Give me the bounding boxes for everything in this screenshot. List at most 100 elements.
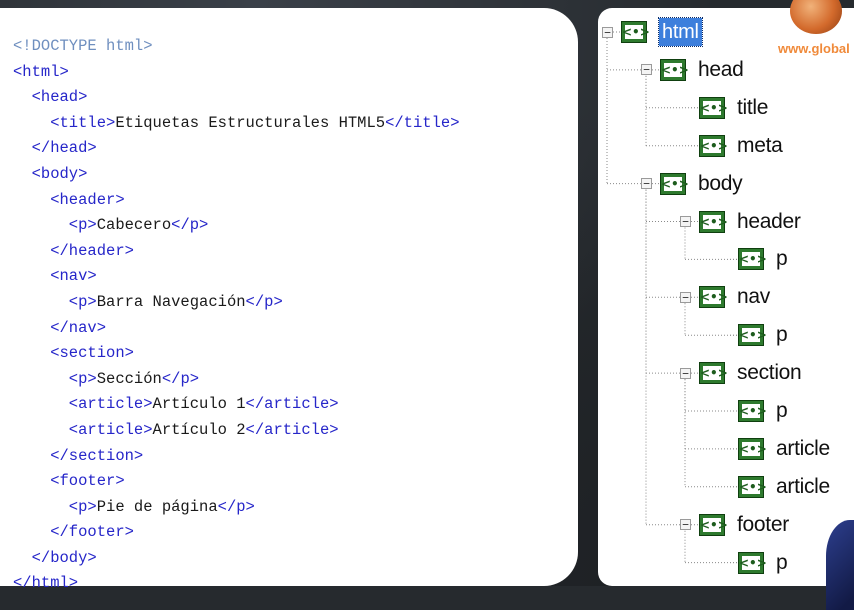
code-tag: <footer>: [13, 472, 125, 491]
code-line: </html>: [13, 571, 460, 597]
tree-node-nav[interactable]: − <•> nav: [680, 282, 770, 312]
element-node-icon: <•>: [699, 210, 728, 233]
code-line: <!DOCTYPE html>: [13, 34, 460, 60]
code-line: </body>: [13, 546, 460, 572]
presenter-shoulder: [826, 520, 854, 610]
tree-node-label[interactable]: html: [658, 17, 703, 47]
tree-node-p[interactable]: <•> p: [719, 320, 788, 350]
tree-node-p[interactable]: <•> p: [719, 244, 788, 274]
code-line: <footer>: [13, 469, 460, 495]
code-text: Sección: [96, 369, 162, 388]
code-line: </head>: [13, 136, 460, 162]
tree-node-meta[interactable]: <•> meta: [680, 131, 783, 161]
element-node-icon: <•>: [621, 21, 650, 43]
collapse-toggle-icon[interactable]: −: [680, 216, 691, 227]
code-line: <title>Etiquetas Estructurales HTML5</ti…: [13, 111, 459, 137]
tree-node-article[interactable]: <•> article: [719, 434, 830, 464]
element-node-icon: <•>: [738, 475, 767, 498]
tree-node-p[interactable]: <•> p: [719, 396, 788, 426]
tree-node-label[interactable]: p: [776, 247, 788, 271]
element-node-icon: <•>: [738, 551, 767, 574]
code-tag: <header>: [13, 190, 125, 209]
code-tag: </header>: [13, 241, 134, 260]
code-tag: </head>: [13, 139, 97, 158]
element-node-icon: <•>: [738, 400, 767, 422]
code-line: </nav>: [13, 316, 460, 342]
code-text: Barra Navegación: [96, 292, 246, 311]
code-tag: <nav>: [13, 267, 97, 286]
code-line: <p>Cabecero</p>: [13, 213, 460, 239]
element-node-icon: <•>: [699, 362, 728, 385]
code-tag: </p>: [217, 497, 255, 516]
code-line: </header>: [13, 239, 460, 265]
tree-node-label[interactable]: head: [698, 58, 744, 82]
element-node-icon: <•>: [660, 58, 689, 81]
code-text: Cabecero: [96, 216, 172, 235]
element-node-icon: <•>: [738, 324, 767, 347]
code-tag: <p>: [13, 216, 97, 235]
tree-node-label[interactable]: footer: [737, 513, 789, 537]
code-tag: </article>: [245, 395, 339, 414]
tree-node-html[interactable]: − <•> html: [602, 17, 703, 47]
code-line: <p>Sección</p>: [13, 367, 460, 393]
collapse-toggle-icon[interactable]: −: [680, 291, 691, 303]
element-node-icon: <•>: [699, 134, 728, 157]
tree-node-footer[interactable]: − <•> footer: [680, 510, 789, 540]
code-tag: <html>: [13, 62, 69, 81]
tree-node-label[interactable]: article: [776, 475, 830, 499]
tree-node-label[interactable]: p: [776, 551, 788, 575]
code-tag: <article>: [13, 395, 153, 414]
tree-node-label[interactable]: section: [737, 361, 802, 385]
element-node-icon: <•>: [699, 96, 728, 119]
element-node-icon: <•>: [738, 248, 767, 271]
code-tag: </html>: [13, 574, 79, 593]
tree-node-label[interactable]: meta: [737, 134, 783, 158]
code-tag: <p>: [13, 497, 97, 516]
code-tag: <p>: [13, 369, 97, 388]
code-tag: <!DOCTYPE html>: [13, 37, 153, 55]
tree-node-section[interactable]: − <•> section: [680, 358, 802, 388]
tree-node-head[interactable]: − <•> head: [641, 55, 744, 85]
tree-node-label[interactable]: p: [776, 399, 788, 423]
collapse-toggle-icon[interactable]: −: [641, 64, 652, 76]
code-line: <nav>: [13, 264, 460, 290]
code-line: <article>Artículo 2</article>: [13, 418, 460, 444]
code-text: Artículo 2: [152, 420, 246, 439]
collapse-toggle-icon[interactable]: −: [641, 178, 652, 190]
code-tag: </body>: [13, 548, 97, 567]
tree-node-body[interactable]: − <•> body: [641, 169, 743, 199]
code-tag: <title>: [13, 113, 116, 132]
code-tag: <article>: [13, 420, 153, 439]
code-tag: <section>: [13, 344, 134, 363]
code-tag: </p>: [171, 216, 209, 235]
code-line: </section>: [13, 444, 460, 470]
tree-node-p[interactable]: <•> p: [719, 548, 788, 578]
tree-node-label[interactable]: p: [776, 323, 788, 347]
code-tag: <body>: [13, 164, 88, 183]
code-tag: <p>: [13, 292, 97, 311]
tree-node-label[interactable]: body: [698, 172, 743, 196]
tree-node-label[interactable]: header: [737, 210, 801, 234]
tree-node-article[interactable]: <•> article: [719, 472, 830, 502]
tree-node-label[interactable]: title: [737, 96, 768, 120]
code-line: <head>: [13, 85, 460, 111]
tree-node-title[interactable]: <•> title: [680, 93, 768, 123]
tree-node-header[interactable]: − <•> header: [680, 207, 801, 237]
tree-node-label[interactable]: nav: [737, 285, 770, 309]
code-panel: <!DOCTYPE html> <html> <head> <title>Etiq…: [0, 8, 578, 592]
code-tag: </nav>: [13, 318, 107, 337]
code-tag: </article>: [245, 420, 339, 439]
element-node-icon: <•>: [738, 437, 767, 460]
code-line: <html>: [13, 60, 460, 86]
collapse-toggle-icon[interactable]: −: [680, 367, 691, 379]
dom-tree-panel: − <•> html − <•> head <•> title <•> meta − <•> body −…: [598, 8, 854, 586]
code-line: <section>: [13, 341, 460, 367]
code-line: <header>: [13, 188, 460, 214]
element-node-icon: <•>: [699, 286, 728, 309]
collapse-toggle-icon[interactable]: −: [680, 519, 691, 531]
element-node-icon: <•>: [660, 172, 689, 195]
tree-node-label[interactable]: article: [776, 437, 830, 461]
code-text: Pie de página: [96, 497, 218, 516]
code-tag: <head>: [13, 88, 88, 107]
collapse-toggle-icon[interactable]: −: [602, 26, 613, 38]
